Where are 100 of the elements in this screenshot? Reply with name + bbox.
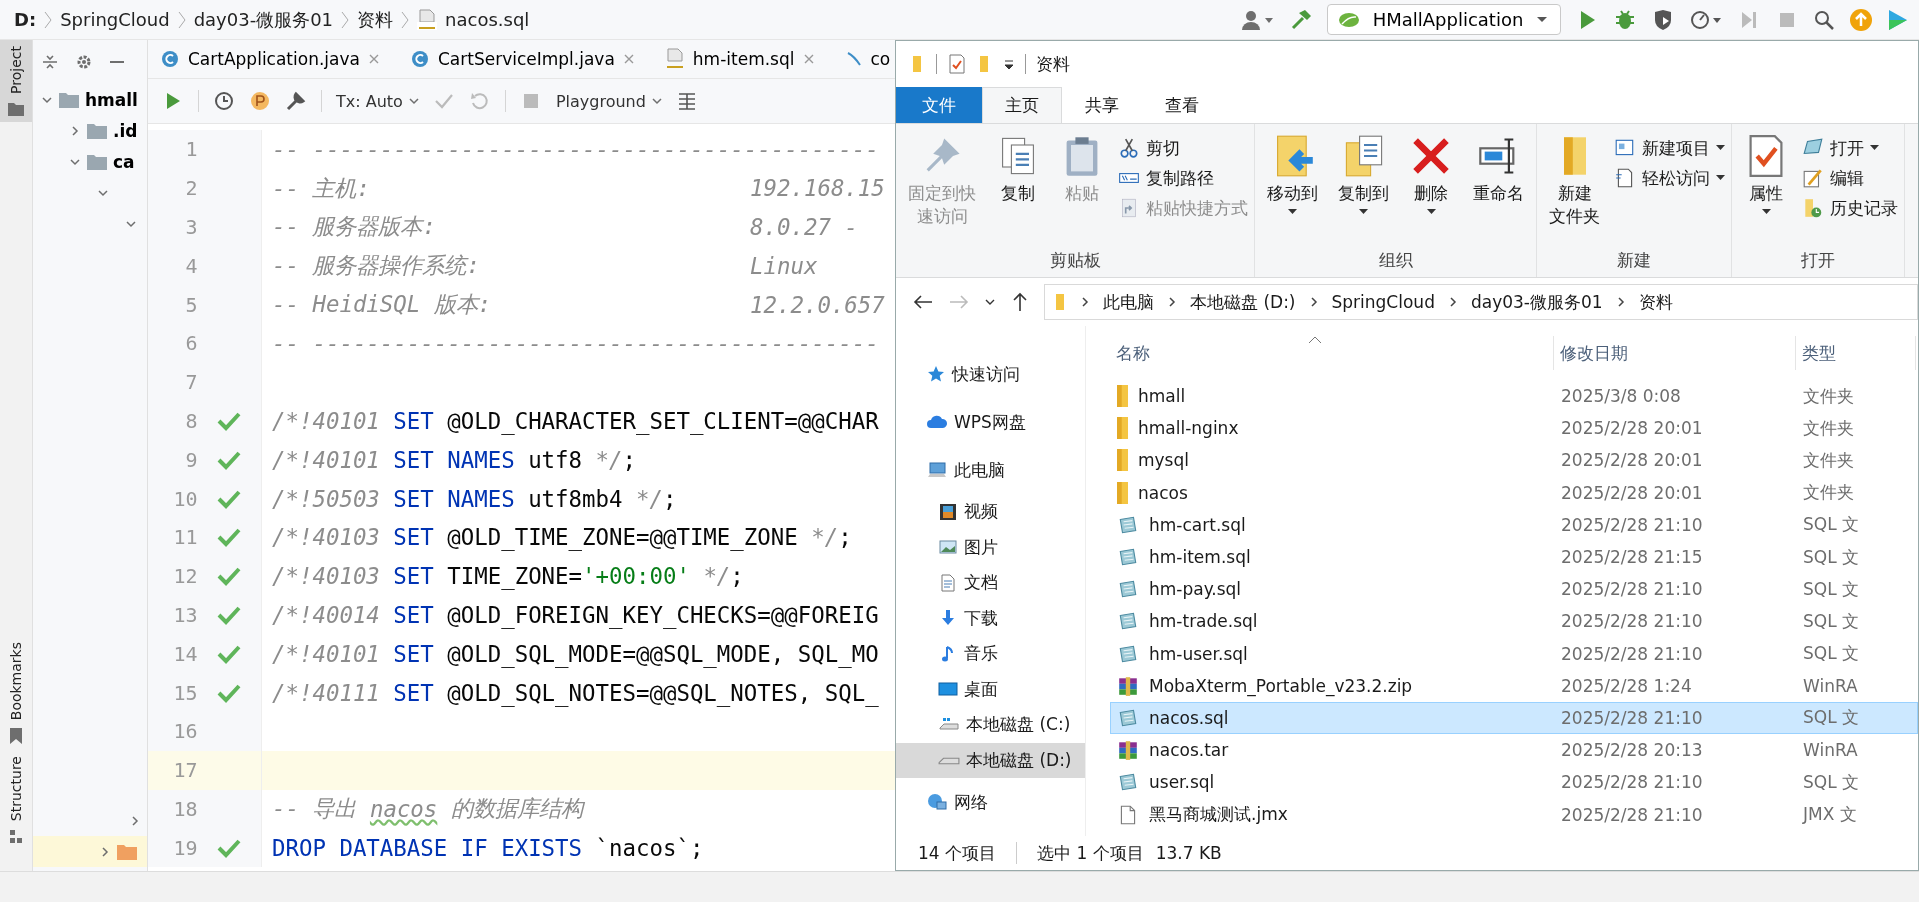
address-segment[interactable]: SpringCloud bbox=[1331, 292, 1435, 312]
nav-item[interactable]: 下载 bbox=[896, 600, 1085, 636]
tree-item-label[interactable]: .id bbox=[113, 120, 138, 141]
session-dropdown[interactable]: Playground bbox=[555, 91, 662, 111]
ribbon-button[interactable]: 属性 bbox=[1738, 128, 1794, 243]
ribbon-tab[interactable]: 主页 bbox=[982, 87, 1062, 123]
editor-tab[interactable]: CartServiceImpl.java bbox=[409, 49, 635, 69]
breadcrumb[interactable]: nacos.sql bbox=[445, 9, 530, 30]
collapse-icon[interactable] bbox=[41, 53, 59, 71]
file-row[interactable]: MobaXterm_Portable_v23.2.zip 2025/2/28 1:24 WinRA bbox=[1110, 669, 1918, 702]
address-segment[interactable]: 资料 bbox=[1638, 290, 1673, 314]
breadcrumb[interactable]: D: bbox=[14, 9, 37, 30]
address-segment[interactable]: 此电脑 bbox=[1103, 290, 1154, 314]
file-row[interactable]: hm-trade.sql 2025/2/28 21:10 SQL 文 bbox=[1110, 605, 1918, 638]
ribbon-button[interactable]: 编辑 bbox=[1802, 166, 1898, 190]
nav-item[interactable]: 本地磁盘 (D:) bbox=[896, 742, 1085, 778]
nav-item[interactable]: 此电脑 bbox=[896, 446, 1085, 494]
close-icon[interactable] bbox=[367, 53, 380, 65]
file-row[interactable]: nacos.tar 2025/2/28 20:13 WinRA bbox=[1110, 734, 1918, 767]
editor-tab[interactable]: hm-item.sql bbox=[664, 48, 815, 70]
ribbon-button[interactable]: 历史记录 bbox=[1802, 196, 1898, 220]
ribbon-button[interactable]: 删除 bbox=[1403, 128, 1459, 243]
sql-file-icon bbox=[664, 48, 685, 70]
file-row[interactable]: hm-pay.sql 2025/2/28 21:10 SQL 文 bbox=[1110, 573, 1918, 606]
breadcrumb[interactable]: SpringCloud bbox=[60, 9, 170, 30]
chevron-right-icon bbox=[341, 9, 350, 30]
file-row[interactable]: hm-cart.sql 2025/2/28 21:10 SQL 文 bbox=[1110, 508, 1918, 541]
file-row[interactable]: hm-item.sql 2025/2/28 21:15 SQL 文 bbox=[1110, 540, 1918, 574]
search-icon[interactable] bbox=[1813, 8, 1835, 31]
chevron-down-icon bbox=[651, 97, 662, 105]
close-icon[interactable] bbox=[802, 53, 815, 65]
file-row[interactable]: hm-user.sql 2025/2/28 21:10 SQL 文 bbox=[1110, 637, 1918, 670]
nav-item[interactable]: 文档 bbox=[896, 565, 1085, 601]
ribbon-button[interactable]: 新建 文件夹 bbox=[1543, 128, 1606, 243]
file-row[interactable]: nacos.sql 2025/2/28 21:10 SQL 文 bbox=[1110, 701, 1918, 735]
ribbon-button[interactable]: 移动到 bbox=[1261, 128, 1324, 243]
folder-icon bbox=[1117, 481, 1128, 504]
file-name: nacos.sql bbox=[1149, 707, 1229, 728]
ribbon-button[interactable]: 新建项目 bbox=[1614, 136, 1725, 160]
computer-icon bbox=[926, 460, 948, 480]
nav-item[interactable]: 音乐 bbox=[896, 636, 1085, 672]
ribbon-button[interactable]: 重命名 bbox=[1467, 128, 1530, 243]
column-header[interactable]: 修改日期 bbox=[1554, 336, 1796, 370]
tool-window-tab[interactable]: Project bbox=[0, 40, 32, 122]
nav-item[interactable]: WPS网盘 bbox=[896, 398, 1085, 446]
tree-item-label[interactable]: ca bbox=[113, 151, 135, 172]
column-header[interactable]: 名称 bbox=[1110, 336, 1554, 370]
breadcrumb[interactable]: 资料 bbox=[357, 7, 394, 32]
breadcrumb[interactable]: day03-微服务01 bbox=[193, 7, 334, 32]
tree-item-label[interactable]: hmall bbox=[85, 89, 138, 110]
file-row[interactable]: mysql 2025/2/28 20:01 文件夹 bbox=[1110, 444, 1918, 477]
ribbon-tab[interactable]: 共享 bbox=[1062, 87, 1142, 123]
chevron-down-icon[interactable] bbox=[984, 297, 996, 307]
p-icon[interactable] bbox=[249, 90, 271, 112]
nav-item[interactable]: 图片 bbox=[896, 529, 1085, 565]
hammer-icon[interactable] bbox=[1289, 7, 1313, 32]
run-configuration-dropdown[interactable]: HMallApplication bbox=[1327, 4, 1561, 35]
code-line: /*!40014 SET @OLD_FOREIGN_KEY_CHECKS=@@FOREIG bbox=[271, 600, 880, 631]
ribbon-button[interactable]: 轻松访问 bbox=[1614, 166, 1725, 190]
ribbon-button[interactable]: 剪切 bbox=[1118, 136, 1248, 160]
file-type: SQL 文 bbox=[1803, 513, 1860, 537]
nav-item[interactable]: 本地磁盘 (C:) bbox=[896, 707, 1085, 743]
nav-item[interactable]: 桌面 bbox=[896, 671, 1085, 707]
close-icon[interactable] bbox=[622, 53, 635, 65]
file-name: hm-pay.sql bbox=[1149, 579, 1242, 600]
settings-icon[interactable] bbox=[75, 53, 93, 71]
folder-icon bbox=[1117, 417, 1128, 440]
triangle-logo-icon[interactable] bbox=[1887, 7, 1909, 32]
folder-icon bbox=[1053, 292, 1067, 312]
tool-window-tab[interactable]: Structure bbox=[0, 749, 32, 851]
nav-item[interactable]: 网络 bbox=[896, 778, 1085, 826]
transaction-mode-dropdown[interactable]: Tx: Auto bbox=[336, 91, 419, 111]
ribbon-button[interactable]: 复制到 bbox=[1332, 128, 1395, 243]
editor-tab[interactable]: co bbox=[844, 49, 891, 69]
history-icon[interactable] bbox=[213, 90, 235, 112]
file-row[interactable]: 黑马商城测试.jmx 2025/2/28 21:10 JMX 文 bbox=[1110, 798, 1918, 831]
checklist-icon[interactable] bbox=[947, 53, 967, 75]
ribbon-tab[interactable]: 查看 bbox=[1142, 87, 1222, 123]
column-header[interactable]: 类型 bbox=[1796, 336, 1916, 370]
ribbon-button[interactable]: 打开 bbox=[1802, 136, 1898, 160]
ribbon-button[interactable]: 复制路径 bbox=[1118, 166, 1248, 190]
tool-window-tab[interactable]: Bookmarks bbox=[0, 635, 32, 750]
address-bar[interactable]: 此电脑 本地磁盘 (D:) SpringCloud day03-微服务01 资料 bbox=[1044, 284, 1918, 320]
nav-item[interactable]: 视频 bbox=[896, 494, 1085, 530]
line-number: 16 bbox=[172, 719, 198, 744]
file-row[interactable]: nacos 2025/2/28 20:01 文件夹 bbox=[1110, 476, 1918, 509]
wrench-icon[interactable] bbox=[285, 90, 307, 112]
nav-item[interactable]: 快速访问 bbox=[896, 350, 1085, 398]
ribbon-tab[interactable]: 文件 bbox=[896, 87, 982, 123]
file-row[interactable]: hmall 2025/3/8 0:08 文件夹 bbox=[1110, 380, 1918, 413]
editor-tab[interactable]: CartApplication.java bbox=[160, 49, 380, 69]
chevron-right-icon[interactable] bbox=[69, 124, 81, 137]
ribbon-button[interactable]: 复制 bbox=[990, 128, 1046, 243]
file-row[interactable]: user.sql 2025/2/28 21:10 SQL 文 bbox=[1110, 766, 1918, 799]
address-segment[interactable]: day03-微服务01 bbox=[1470, 290, 1603, 314]
address-segment[interactable]: 本地磁盘 (D:) bbox=[1190, 290, 1296, 314]
dropdown-icon[interactable] bbox=[1003, 57, 1015, 71]
file-row[interactable]: hmall-nginx 2025/2/28 20:01 文件夹 bbox=[1110, 412, 1918, 445]
file-date: 2025/2/28 21:10 bbox=[1561, 707, 1703, 728]
user-icon[interactable] bbox=[1241, 8, 1275, 31]
